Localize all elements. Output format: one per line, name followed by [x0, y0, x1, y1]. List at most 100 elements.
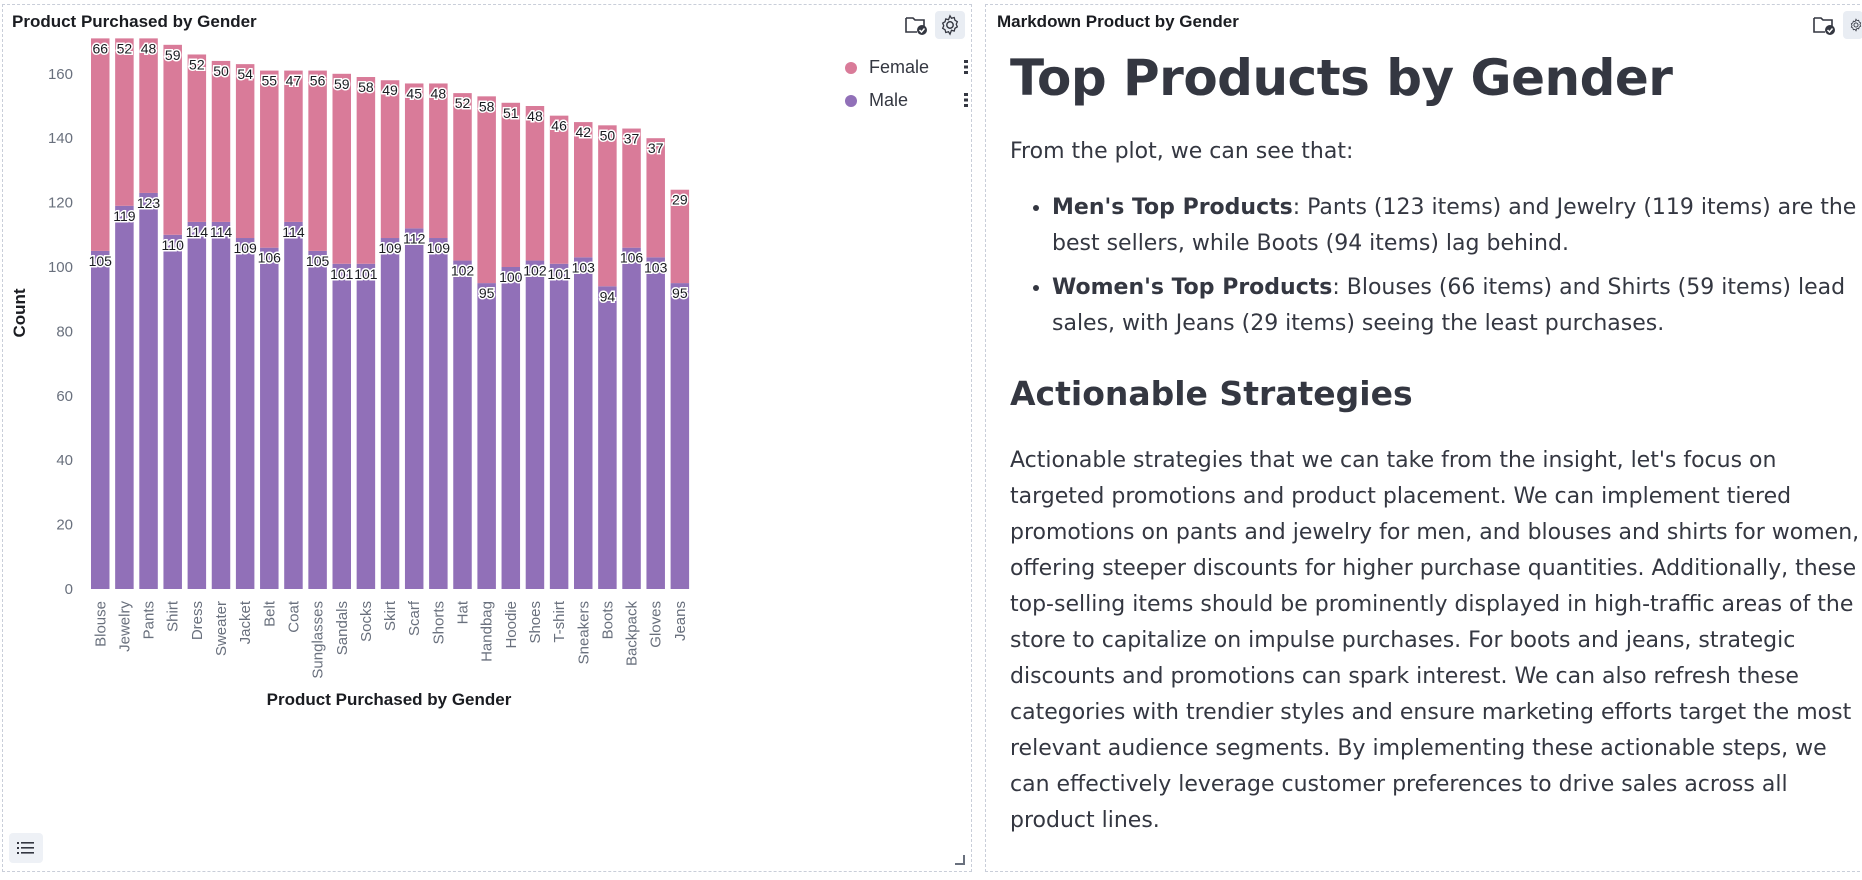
data-label-male: 101: [354, 266, 378, 282]
bar-female: [501, 102, 521, 267]
bar-male: [429, 238, 448, 589]
x-tick-label: Jacket: [237, 600, 254, 644]
bar-female: [404, 83, 424, 229]
x-tick-label: Sunglasses: [310, 601, 327, 679]
data-label-male: 119: [113, 208, 136, 224]
data-label-male: 102: [451, 263, 475, 279]
bar-female: [453, 93, 472, 261]
folder-check-icon[interactable]: [1809, 11, 1839, 39]
data-label-female: 29: [672, 192, 688, 208]
data-label-male: 114: [210, 224, 233, 240]
x-tick-label: T-shirt: [551, 600, 568, 643]
x-tick-label: Hat: [455, 600, 472, 624]
bar-female: [187, 54, 207, 222]
data-label-male: 95: [672, 285, 688, 301]
data-label-male: 95: [479, 285, 495, 301]
data-label-female: 42: [575, 124, 591, 140]
data-label-male: 101: [547, 266, 571, 282]
folder-check-icon[interactable]: [901, 11, 931, 39]
y-tick-label: 100: [48, 259, 73, 276]
bar-female: [525, 106, 545, 261]
bar-male: [404, 228, 424, 590]
y-tick-label: 60: [56, 388, 73, 405]
x-tick-label: Coat: [285, 600, 302, 633]
data-label-female: 48: [527, 108, 543, 124]
x-tick-label: Jewelry: [116, 601, 133, 652]
data-label-male: 100: [499, 269, 523, 285]
data-label-male: 109: [427, 240, 451, 256]
data-label-male: 110: [162, 237, 185, 253]
markdown-intro: From the plot, we can see that:: [1010, 139, 1354, 164]
x-tick-label: Hoodie: [503, 601, 520, 649]
bar-male: [598, 286, 617, 589]
data-label-female: 52: [455, 95, 471, 111]
bar-female: [139, 38, 158, 193]
bar-female: [477, 96, 496, 284]
stacked-bar-chart: 0 20 40 60 80 100 120 140 160 105 66 Blouse 119 52 Jew…: [10, 38, 690, 709]
more-options-icon[interactable]: [963, 92, 969, 108]
data-label-female: 58: [479, 98, 495, 114]
data-label-male: 106: [620, 250, 644, 266]
bar-male: [622, 247, 641, 589]
data-label-female: 55: [262, 73, 278, 89]
more-options-icon[interactable]: [963, 59, 969, 75]
bar-female: [260, 70, 279, 248]
data-label-male: 94: [600, 288, 616, 304]
data-label-male: 102: [523, 263, 547, 279]
y-tick-label: 140: [48, 130, 73, 147]
bar-female: [332, 73, 351, 264]
x-tick-label: Boots: [599, 601, 616, 639]
data-label-male: 105: [89, 253, 113, 269]
bar-male: [284, 221, 303, 590]
x-tick-label: Shirt: [165, 600, 182, 632]
bar-male: [332, 263, 351, 589]
data-label-male: 114: [282, 224, 305, 240]
markdown-paragraph: Actionable strategies that we can take f…: [1010, 448, 1860, 833]
bar-female: [356, 77, 376, 264]
bar-male: [91, 250, 110, 589]
legend-label-female: Female: [869, 57, 930, 77]
resize-handle[interactable]: [955, 855, 965, 865]
y-tick-label: 120: [48, 195, 73, 212]
data-label-female: 66: [92, 40, 108, 56]
bar-male: [574, 257, 593, 589]
x-tick-label: Belt: [261, 600, 278, 627]
bar-female: [115, 38, 134, 206]
bar-male: [453, 260, 472, 589]
markdown-heading-1: Top Products by Gender: [1010, 49, 1673, 107]
bar-male: [549, 263, 569, 589]
data-label-male: 123: [137, 195, 161, 211]
data-label-female: 47: [286, 73, 302, 89]
gear-icon[interactable]: [1843, 11, 1862, 39]
bar-male: [670, 283, 690, 589]
legend-toggle-button[interactable]: [9, 833, 43, 863]
markdown-bullet-list: Men's Top Products: Pants (123 items) an…: [1010, 190, 1860, 342]
data-label-male: 105: [306, 253, 330, 269]
markdown-panel: Markdown Product by Gender Top Products …: [985, 4, 1862, 872]
bar-female: [308, 70, 327, 251]
list-item: Women's Top Products: Blouses (66 items)…: [1052, 270, 1860, 342]
y-tick-label: 0: [65, 581, 73, 598]
bar-male: [235, 238, 255, 589]
bar-female: [284, 70, 303, 222]
bar-male: [211, 221, 231, 590]
data-label-male: 106: [258, 250, 282, 266]
data-label-male: 109: [378, 240, 402, 256]
x-tick-label: Sneakers: [575, 601, 592, 664]
data-label-male: 109: [233, 240, 257, 256]
legend-item-male[interactable]: Male: [845, 84, 968, 117]
data-label-female: 37: [624, 131, 640, 147]
data-label-female: 51: [503, 105, 519, 121]
bar-male: [163, 234, 182, 590]
x-tick-label: Backpack: [624, 601, 641, 667]
x-tick-label: Gloves: [648, 601, 665, 648]
data-label-female: 46: [551, 118, 567, 134]
legend-dot-male: [845, 94, 857, 107]
data-label-female: 45: [406, 85, 422, 101]
data-label-female: 48: [431, 85, 447, 101]
gear-icon[interactable]: [935, 11, 965, 39]
x-tick-label: Skirt: [382, 600, 399, 631]
data-label-female: 59: [165, 47, 181, 63]
legend-item-female[interactable]: Female: [845, 51, 968, 84]
bar-male: [356, 263, 376, 589]
